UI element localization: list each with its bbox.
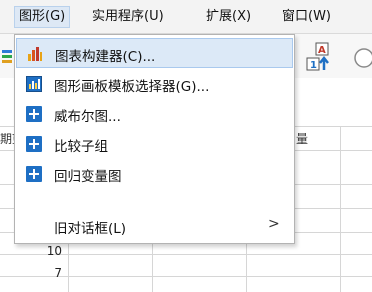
- menu-item-label: 图表构建器(C)...: [55, 49, 156, 65]
- menu-item-compare-subgroups[interactable]: 比较子组: [16, 129, 293, 159]
- plus-box-icon: [26, 136, 42, 152]
- svg-text:A: A: [318, 45, 326, 56]
- menu-item-label: 威布尔图...: [54, 109, 121, 125]
- bar-chart-icon: [28, 47, 42, 61]
- menu-extensions[interactable]: 扩展(X): [202, 7, 255, 27]
- goto-case-icon[interactable]: A 1: [306, 42, 332, 72]
- graphs-dropdown-menu: 图表构建器(C)... 图形画板模板选择器(G)... 威布尔图... 比较子组…: [14, 34, 295, 244]
- menu-graphs[interactable]: 图形(G): [14, 6, 71, 28]
- menu-item-label: 旧对话框(L): [54, 221, 127, 237]
- menu-item-label: 图形画板模板选择器(G)...: [54, 79, 210, 95]
- toolbar-list-icon[interactable]: [2, 46, 14, 66]
- menu-item-weibull-plot[interactable]: 威布尔图...: [16, 99, 293, 129]
- menu-item-template-chooser[interactable]: 图形画板模板选择器(G)...: [16, 69, 293, 99]
- menu-utilities[interactable]: 实用程序(U): [88, 7, 168, 27]
- column-header-right[interactable]: 量: [296, 130, 308, 147]
- row-value[interactable]: 7: [2, 266, 62, 280]
- menu-item-label: 回归变量图: [54, 169, 122, 185]
- template-chooser-icon: [26, 76, 42, 92]
- menu-window[interactable]: 窗口(W): [278, 7, 335, 27]
- chevron-right-icon: >: [268, 216, 280, 232]
- svg-text:1: 1: [310, 60, 317, 71]
- menu-item-regression-variable-plots[interactable]: 回归变量图: [16, 159, 293, 189]
- row-value[interactable]: 10: [2, 244, 62, 258]
- plus-box-icon: [26, 166, 42, 182]
- menubar: 图形(G) 实用程序(U) 扩展(X) 窗口(W): [0, 0, 372, 34]
- menu-item-legacy-dialogs[interactable]: 旧对话框(L) >: [16, 211, 293, 241]
- menu-item-chart-builder[interactable]: 图表构建器(C)...: [16, 38, 293, 68]
- search-icon[interactable]: [350, 46, 372, 72]
- plus-box-icon: [26, 106, 42, 122]
- menu-item-label: 比较子组: [54, 139, 108, 155]
